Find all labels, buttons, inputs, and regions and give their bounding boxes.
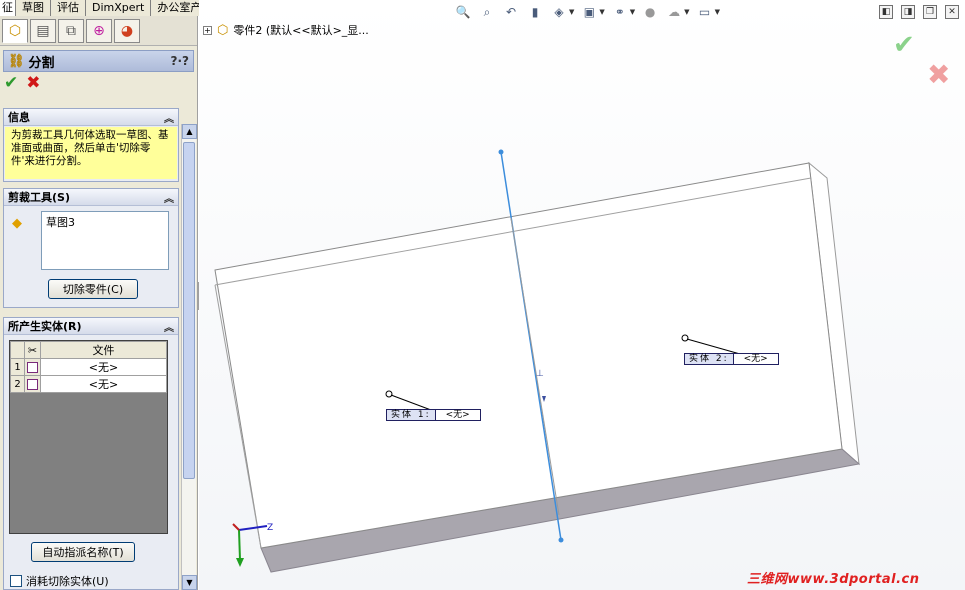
resulting-bodies-label: 所产生实体(R): [8, 320, 82, 333]
trim-tool-selection-box[interactable]: 草图3: [41, 211, 169, 270]
help-icon[interactable]: ?·?: [171, 54, 189, 68]
trim-tools-label: 剪裁工具(S): [8, 191, 70, 204]
cancel-x-icon[interactable]: ✖: [26, 73, 40, 93]
watermark-cn: 三维网: [747, 572, 788, 587]
command-manager-tabs: 征 草图 评估 DimXpert 办公室产品: [0, 0, 220, 16]
confirm-row: ✔ ✖: [0, 72, 197, 94]
info-message: 为剪裁工具几何体选取一草图、基准面或曲面，然后单击'切除零件'来进行分割。: [5, 127, 177, 179]
resulting-bodies-header[interactable]: 所产生实体(R) ︽: [4, 318, 178, 335]
y-axis: [238, 529, 241, 561]
sketch-endpoint[interactable]: [498, 149, 504, 155]
callout-value: <无>: [743, 354, 768, 364]
info-group: 信息 ︽ 为剪裁工具几何体选取一草图、基准面或曲面，然后单击'切除零件'来进行分…: [3, 108, 179, 182]
graphics-area[interactable]: 🔍 ⌕ ↶ ▮ ◈ ▼ ▣ ▼ ⚭ ▼ ● ☁ ▼ ▭ ▼ ◧ ◨ ❐ ✕ + ⬡ 零件2…: [199, 0, 965, 590]
tab-sketch[interactable]: 草图: [16, 0, 51, 16]
y-arrow-icon: [236, 558, 244, 567]
file-column-header: 文件: [40, 341, 167, 359]
tab-dimxpert[interactable]: DimXpert: [86, 0, 152, 16]
info-group-header[interactable]: 信息 ︽: [4, 109, 178, 126]
auto-assign-names-button[interactable]: 自动指派名称(T): [31, 542, 135, 562]
dimxpert-manager-tab[interactable]: ⊕: [86, 18, 112, 43]
body-file-cell[interactable]: <无>: [40, 358, 167, 376]
configuration-icon: ⧉: [66, 22, 76, 39]
body-checkbox[interactable]: [27, 362, 38, 373]
consume-cut-bodies-checkbox[interactable]: [10, 575, 22, 587]
callout-label: 实体 1:: [387, 410, 436, 420]
collapse-icon[interactable]: ︽: [164, 110, 174, 125]
display-manager-tab[interactable]: ◕: [114, 18, 140, 43]
table-row: 1 <无>: [10, 358, 167, 376]
collapse-icon[interactable]: ︽: [164, 319, 174, 334]
body-checkbox-cell: [24, 358, 41, 376]
collapse-icon[interactable]: ︽: [164, 190, 174, 205]
body-callout-1[interactable]: 实体 1: <无>: [386, 409, 481, 421]
watermark-url: www.3dportal.cn: [787, 572, 920, 587]
selection-item[interactable]: 草图3: [46, 214, 164, 230]
body-checkbox-cell: [24, 375, 41, 393]
scroll-down-icon[interactable]: ▼: [182, 575, 197, 590]
configuration-manager-tab[interactable]: ⧉: [58, 18, 84, 43]
body-file-cell[interactable]: <无>: [40, 375, 167, 393]
callout-anchor: [681, 334, 689, 342]
feature-manager-tab[interactable]: ⬡: [2, 18, 28, 43]
row-number: 1: [10, 358, 25, 376]
body-callout-2[interactable]: 实体 2: <无>: [684, 353, 779, 365]
cut-part-button[interactable]: 切除零件(C): [48, 279, 138, 299]
feature-title-bar: ⛓ 分割 ?·?: [3, 50, 194, 72]
scissors-column-icon: ✂: [24, 341, 41, 359]
trim-tools-group: 剪裁工具(S) ︽ ◆ 草图3 切除零件(C): [3, 188, 179, 308]
model-canvas: ⊥: [214, 149, 861, 573]
callout-anchor: [385, 390, 393, 398]
tab-evaluate[interactable]: 评估: [51, 0, 86, 16]
bodies-table: ✂ 文件 1 <无> 2 <无>: [9, 340, 168, 534]
relation-marker-icon: ⊥: [536, 369, 544, 379]
property-icon: ▤: [36, 22, 50, 39]
coordinate-triad: Z: [232, 523, 273, 567]
z-axis: [238, 525, 268, 531]
property-manager-tab[interactable]: ▤: [30, 18, 56, 43]
split-feature-icon: ⛓: [8, 53, 25, 69]
table-corner: [10, 341, 25, 359]
property-manager-panel: ⬡ ▤ ⧉ ⊕ ◕ ⛓ 分割 ?·? ✔ ✖ 信息 ︽ 为剪裁工具几何体选取一草…: [0, 16, 198, 590]
ok-check-icon[interactable]: ✔: [4, 73, 18, 93]
x-axis: [232, 523, 240, 531]
z-axis-label: Z: [267, 523, 273, 533]
sketch-endpoint[interactable]: [558, 537, 564, 543]
body-checkbox[interactable]: [27, 379, 38, 390]
resulting-bodies-group: 所产生实体(R) ︽ ✂ 文件 1 <无> 2 <无> 自动指派名称(T): [3, 317, 179, 590]
feature-tree-icon: ⬡: [8, 22, 22, 39]
callout-value: <无>: [445, 410, 470, 420]
manager-icon-tabs: ⬡ ▤ ⧉ ⊕ ◕: [0, 16, 197, 46]
site-watermark: 三维网www.3dportal.cn: [747, 568, 920, 587]
feature-title: 分割: [28, 55, 55, 71]
info-header-label: 信息: [8, 111, 30, 124]
consume-cut-bodies-option[interactable]: 消耗切除实体(U): [10, 573, 109, 589]
table-row: 2 <无>: [10, 375, 167, 393]
trim-tools-header[interactable]: 剪裁工具(S) ︽: [4, 189, 178, 206]
callout-label: 实体 2:: [685, 354, 734, 364]
sketch-selection-icon: ◆: [12, 216, 22, 231]
display-manager-icon: ◕: [120, 22, 134, 39]
row-number: 2: [10, 375, 25, 393]
panel-scrollbar[interactable]: ▲ ▼: [181, 124, 197, 590]
scroll-thumb[interactable]: [183, 142, 195, 479]
tab-features[interactable]: 征: [0, 0, 16, 16]
scroll-up-icon[interactable]: ▲: [182, 124, 197, 139]
consume-cut-bodies-label: 消耗切除实体(U): [26, 575, 109, 588]
dimxpert-icon: ⊕: [93, 22, 105, 39]
